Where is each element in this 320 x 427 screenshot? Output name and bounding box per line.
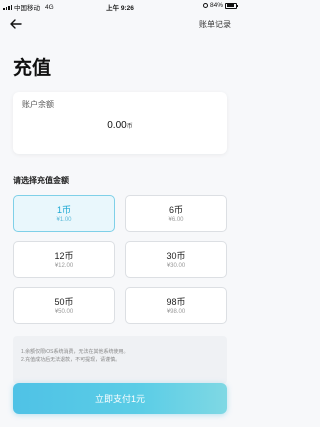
amount-option-98[interactable]: 98币 ¥98.00 xyxy=(125,287,227,324)
alarm-icon xyxy=(202,3,208,8)
option-name: 30币 xyxy=(166,251,186,261)
option-name: 50币 xyxy=(54,297,74,307)
option-price: ¥6.00 xyxy=(168,217,184,223)
amount-option-6[interactable]: 6币 ¥6.00 xyxy=(125,195,227,232)
note-line: 2.充值成功后无法退款，不可提现，请谨慎。 xyxy=(21,357,121,363)
balance-unit: 币 xyxy=(126,124,133,130)
pay-button[interactable]: 立即支付1元 xyxy=(13,383,227,414)
note-line: 1.余额仅限iOS系统消费，无法在其他系统使用。 xyxy=(21,349,129,355)
page-title: 充值 xyxy=(13,58,52,79)
nav-bar: 账单记录 xyxy=(0,15,240,33)
section-title: 请选择充值金额 xyxy=(13,176,69,185)
option-price: ¥30.00 xyxy=(166,263,186,269)
bill-history-link[interactable]: 账单记录 xyxy=(199,19,231,30)
option-name: 1币 xyxy=(56,205,71,215)
option-name: 6币 xyxy=(168,205,183,215)
option-name: 12币 xyxy=(54,251,74,261)
battery-percent: 84% xyxy=(209,2,223,9)
battery-icon xyxy=(225,2,238,9)
balance-card: 账户余额 0.00币 xyxy=(13,92,227,154)
option-price: ¥50.00 xyxy=(54,309,74,315)
balance-label: 账户余额 xyxy=(22,100,54,109)
amount-option-1[interactable]: 1币 ¥1.00 xyxy=(13,195,115,232)
status-bar: 中国移动 4G 上午 9:26 84% xyxy=(0,0,240,12)
arrow-left-icon[interactable] xyxy=(9,17,23,31)
balance-value: 0.00 xyxy=(107,120,127,131)
recharge-notes: 1.余额仅限iOS系统消费，无法在其他系统使用。 2.充值成功后无法退款，不可提… xyxy=(13,336,227,384)
amount-option-30[interactable]: 30币 ¥30.00 xyxy=(125,241,227,278)
option-name: 98币 xyxy=(166,297,186,307)
balance-value-row: 0.00币 xyxy=(13,120,227,131)
option-price: ¥98.00 xyxy=(166,309,186,315)
option-price: ¥1.00 xyxy=(56,217,72,223)
amount-option-12[interactable]: 12币 ¥12.00 xyxy=(13,241,115,278)
status-right: 84% xyxy=(202,2,238,9)
recharge-page: 中国移动 4G 上午 9:26 84% 账单记录 充值 账户余额 0.00币 请… xyxy=(0,0,240,427)
option-price: ¥12.00 xyxy=(54,263,74,269)
amount-option-50[interactable]: 50币 ¥50.00 xyxy=(13,287,115,324)
